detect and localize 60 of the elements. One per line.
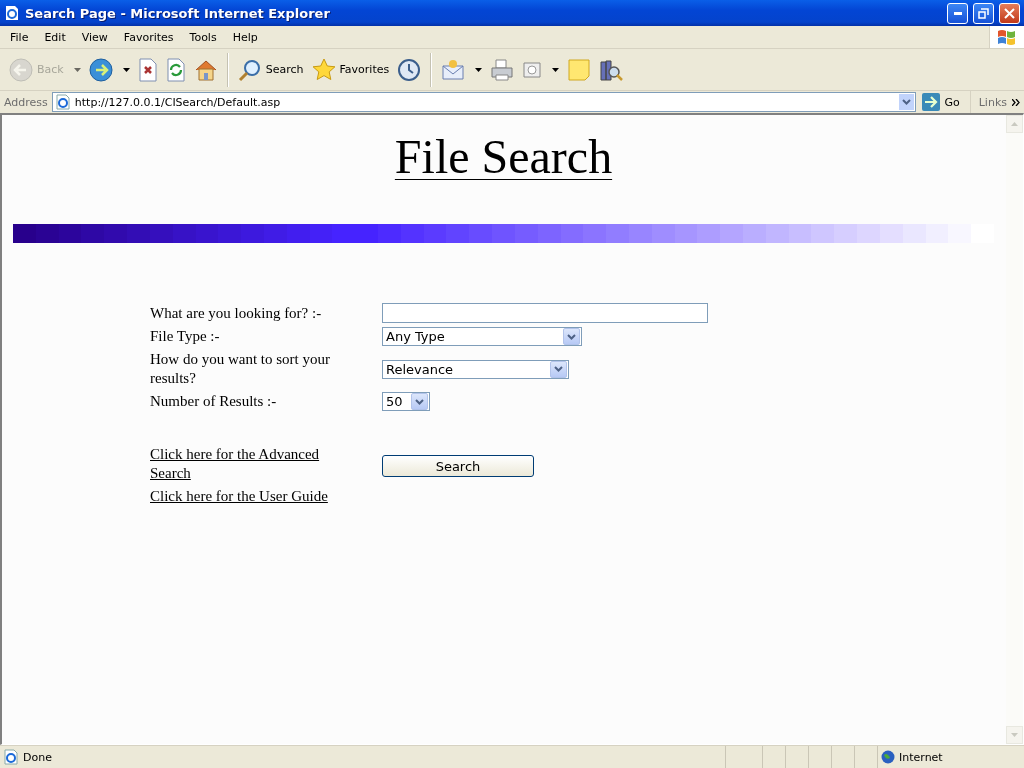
menu-item[interactable]: Edit [36,28,74,46]
printer-icon [490,57,515,82]
caret-icon [122,67,130,72]
go-button[interactable]: Go [920,93,966,111]
security-zone: Internet [899,750,943,764]
select-field[interactable]: 50 [382,392,430,411]
caret-icon [475,67,483,72]
select-field[interactable]: Any Type [382,327,582,346]
note-icon [567,57,592,82]
menu-item[interactable]: Tools [181,28,225,46]
star-icon [311,57,336,82]
globe-icon [881,750,895,764]
page-heading: File Search [394,130,613,183]
dropdown-button[interactable] [550,360,567,378]
menu-item[interactable]: Favorites [115,28,182,46]
chevron-down-icon [902,99,912,105]
chevron-down-icon [567,333,576,340]
field-label: How do you want to sort your results? [150,350,331,388]
arrow-right-icon [922,93,941,111]
field-label: What are you looking for? :- [150,303,323,323]
search-field[interactable] [382,303,708,323]
field-label: File Type :- [150,327,221,346]
favorites-button[interactable]: Favorites [308,54,393,85]
chevron-down-icon [554,366,563,372]
restore-icon [978,7,989,19]
status-text: Done [23,750,52,764]
page-icon [54,94,71,110]
field-label: Number of Results :- [150,392,278,411]
search-button[interactable]: Search [382,455,534,477]
magnifier-icon [237,57,262,82]
chevron-double-icon [1012,98,1020,106]
menu-item[interactable]: View [73,28,116,46]
chevron-down-icon [415,398,424,405]
menu-item[interactable]: File [2,28,37,46]
dropdown-button[interactable] [899,94,915,110]
page-icon [3,749,19,765]
chevron-down-icon [1011,733,1018,737]
minimize-button[interactable] [947,2,968,24]
select-field[interactable]: Relevance [382,359,569,379]
minimize-icon [953,11,962,15]
close-icon [1004,7,1015,19]
caret-icon [73,67,81,72]
window-title: Search Page - Microsoft Internet Explorer [25,5,331,21]
dropdown-button[interactable] [563,328,580,345]
books-magnifier-icon [599,57,624,82]
refresh-icon [165,57,186,82]
caret-icon [552,67,560,72]
address-field[interactable]: http://127.0.0.1/CISearch/Default.asp [51,92,917,112]
envelope-icon [441,57,466,82]
close-button[interactable] [999,2,1020,24]
menu-item[interactable]: Help [224,28,266,46]
chevron-up-icon [1011,122,1018,126]
link[interactable]: Click here for the User Guide [150,487,330,506]
address-label: Address [4,95,48,109]
restore-button[interactable] [973,2,994,24]
link[interactable]: Click here for the Advanced Search [150,445,330,483]
stop-icon [137,57,158,82]
search-button[interactable]: Search [234,54,307,85]
dropdown-button[interactable] [411,393,428,410]
flag-logo-icon [996,28,1018,46]
